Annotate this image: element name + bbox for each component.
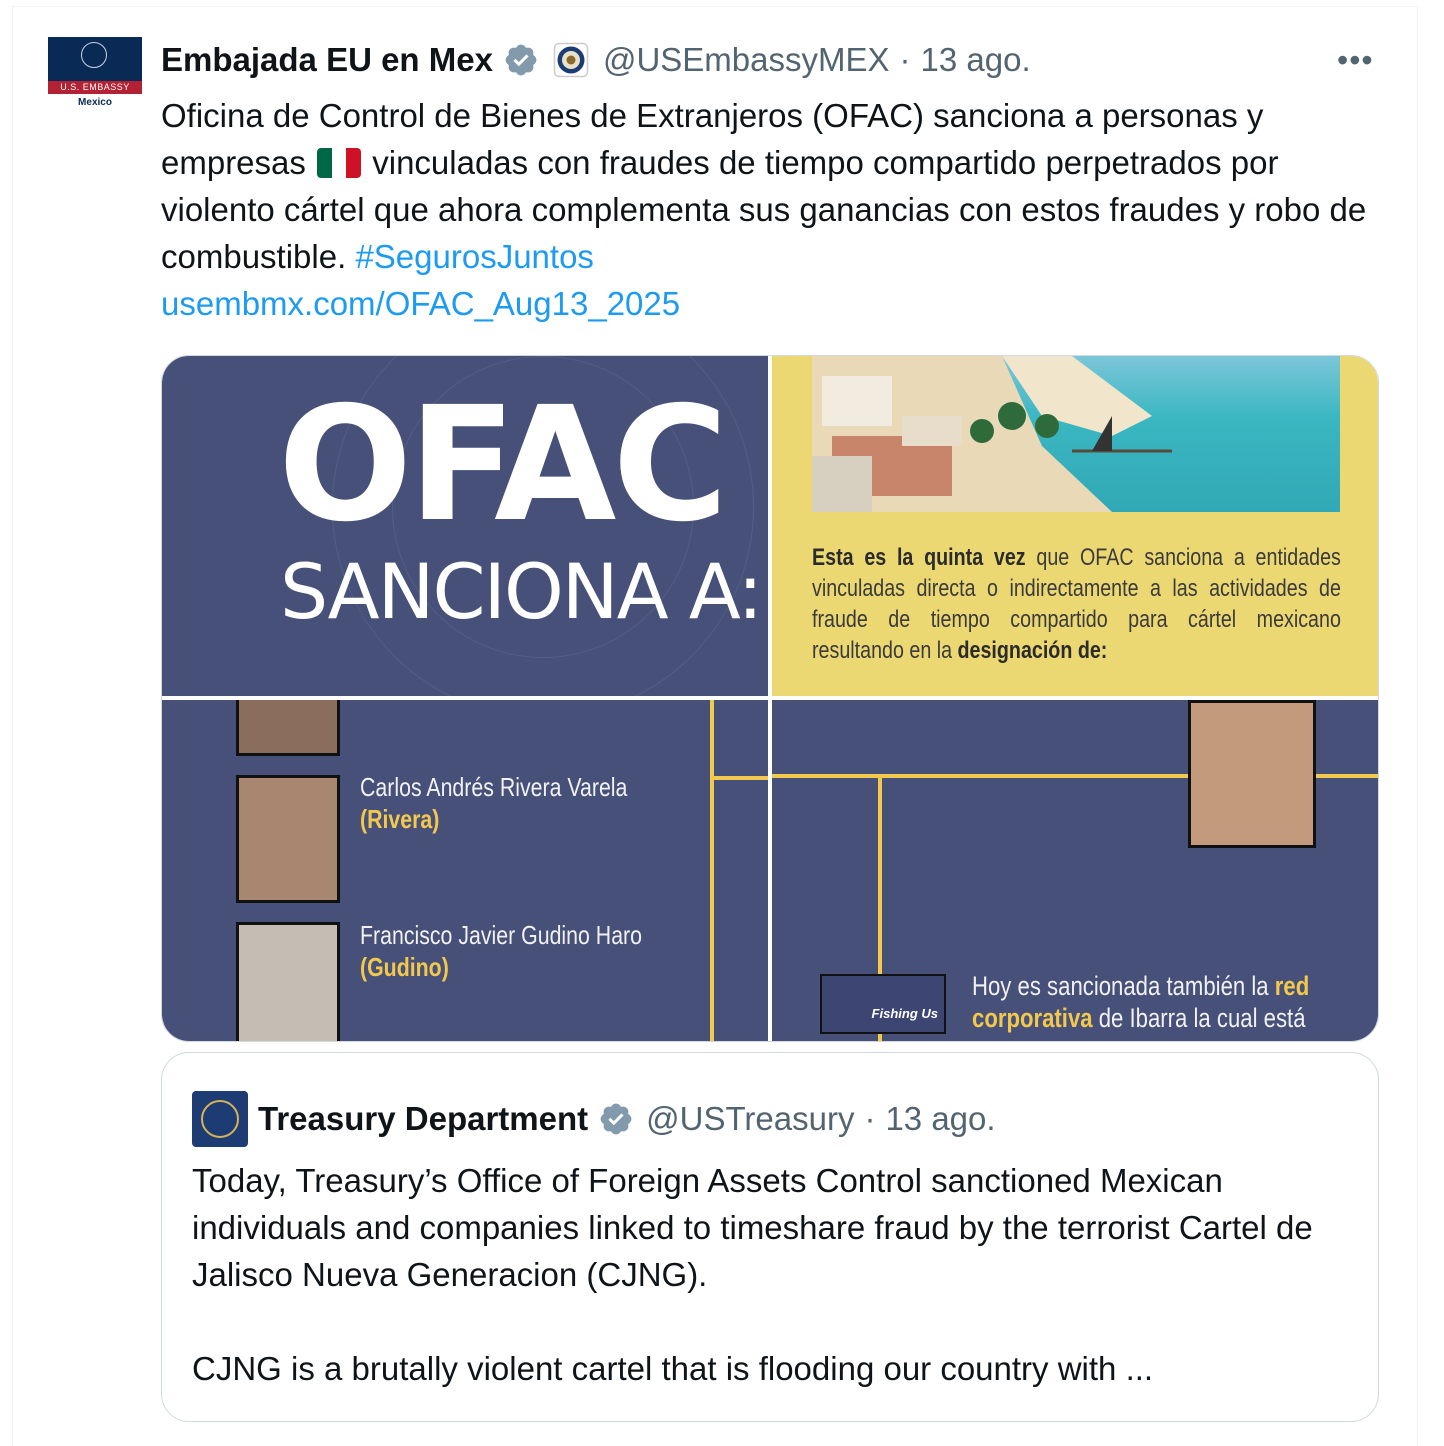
ofac-subtitle: SANCIONA A: [280,547,763,636]
mexico-flag-icon [317,148,362,178]
embassy-seal-icon [81,42,107,68]
person1-name: Carlos Andrés Rivera Varela [360,772,628,802]
corporate-network-text: Hoy es sancionada también la red corporat… [972,970,1309,1034]
media-tile-network[interactable]: Fishing Us Hoy es sancionada también la … [772,700,1378,1041]
designation-paragraph: Esta es la quinta vez que OFAC sanciona … [812,542,1341,666]
quoted-text: Today, Treasury’s Office of Foreign Asse… [192,1162,1313,1387]
verified-badge-icon[interactable] [503,42,539,78]
person-photo-rivera [236,775,340,903]
gold-line [710,776,768,780]
network-line2-text: de Ibarra la cual está [1092,1003,1306,1033]
person1-alias: (Rivera) [360,804,440,834]
beach-photo [812,356,1340,512]
network-line2-bold: corporativa [972,1003,1093,1033]
avatar-band-text: U.S. EMBASSY [48,81,142,94]
person-photo [236,700,340,756]
hashtag-link[interactable]: #SegurosJuntos [355,238,594,275]
media-tile-beach[interactable]: Esta es la quinta vez que OFAC sanciona … [772,356,1378,696]
person2-name: Francisco Javier Gudino Haro [360,920,643,950]
beach-illustration [812,356,1172,512]
quoted-separator: · [864,1100,876,1137]
url-link[interactable]: usembmx.com/OFAC_Aug13_2025 [161,285,680,322]
quoted-tweet[interactable]: Treasury Department @USTreasury · 13 ago… [161,1052,1379,1422]
author-name[interactable]: Embajada EU en Mex [161,41,493,79]
more-options-icon[interactable]: ••• [1337,42,1374,79]
network-line1-text: Hoy es sancionada también la [972,971,1275,1001]
paragraph-bold-tail: designación de: [957,637,1108,664]
quoted-author-handle[interactable]: @USTreasury [646,1100,854,1138]
verified-badge-icon[interactable] [598,1101,634,1137]
tweet-date[interactable]: 13 ago. [921,41,1031,79]
affiliate-seal-icon[interactable] [553,42,589,78]
tweet-header: Embajada EU en Mex @USEmbassyMEX · 13 ag… [161,38,1031,82]
gold-line [710,700,714,1041]
network-line1-bold: red [1274,971,1310,1001]
media-grid[interactable]: OFAC SANCIONA A: Esta es la quinta vez q… [161,355,1379,1042]
fishing-us-logo: Fishing Us [820,974,946,1034]
header-separator: · [899,41,911,78]
author-handle[interactable]: @USEmbassyMEX [603,41,890,79]
quoted-header: Treasury Department @USTreasury · 13 ago… [192,1091,996,1147]
paragraph-bold-lead: Esta es la quinta vez [812,544,1026,571]
treasury-seal-icon[interactable] [192,1091,248,1147]
tweet-text: Oficina de Control de Bienes de Extranje… [161,92,1381,327]
avatar-location-text: Mexico [78,97,112,108]
media-tile-people[interactable]: Carlos Andrés Rivera Varela (Rivera) Fra… [162,700,768,1041]
quoted-date[interactable]: 13 ago. [885,1100,995,1138]
person-photo-gudino [236,922,340,1041]
author-avatar[interactable]: U.S. EMBASSY Mexico [48,37,142,131]
person-photo-ibarra [1188,700,1316,848]
media-tile-ofac[interactable]: OFAC SANCIONA A: [162,356,768,696]
person2-alias: (Gudino) [360,952,449,982]
ofac-title: OFAC [278,373,728,557]
quoted-author-name[interactable]: Treasury Department [258,1100,588,1138]
